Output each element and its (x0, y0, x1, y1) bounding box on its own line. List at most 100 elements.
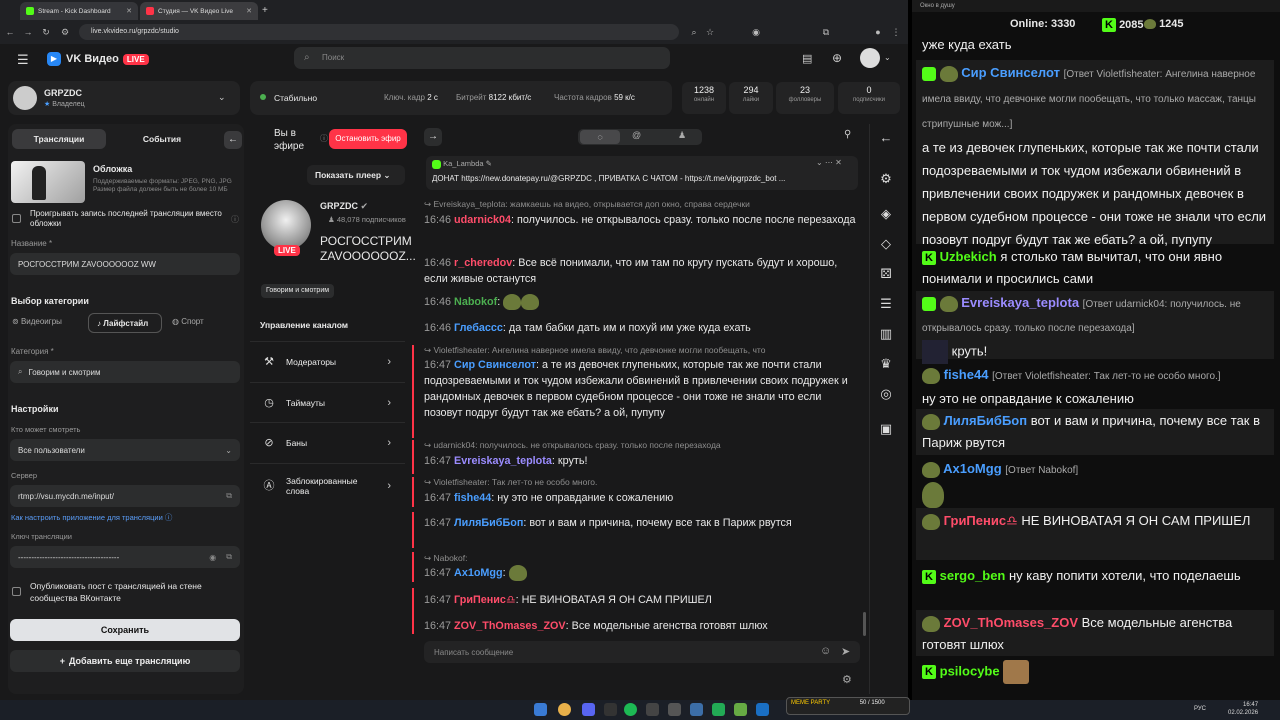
extensions-icon[interactable]: ⧉ (820, 26, 832, 38)
collapse-arrow-icon[interactable]: ← (224, 131, 242, 149)
stop-stream-button[interactable]: Остановить эфир (329, 129, 407, 149)
app-icon[interactable] (668, 703, 681, 716)
emoji-icon[interactable]: ☺ (820, 645, 831, 657)
app-icon[interactable] (690, 703, 703, 716)
settings-icon[interactable]: ⚙ (877, 170, 895, 188)
steam-icon[interactable] (604, 703, 617, 716)
menu-icon[interactable]: ⋮ (890, 26, 902, 38)
menu-bans[interactable]: ⊘ Баны › (250, 422, 405, 462)
pin-icon[interactable]: ⚲ (844, 129, 851, 140)
info-icon[interactable]: ⓘ (231, 214, 239, 225)
howto-link[interactable]: Как настроить приложение для трансляции … (11, 512, 172, 523)
avatar[interactable] (860, 48, 880, 68)
clock[interactable]: 16:47 02.02.2026 (1228, 701, 1258, 717)
back-arrow-icon[interactable]: ← (877, 129, 895, 147)
forward-icon[interactable]: → (22, 26, 34, 38)
menu-timeouts[interactable]: ◷ Таймауты › (250, 382, 405, 422)
close-icon[interactable]: ✕ (126, 7, 132, 15)
chevron-down-icon[interactable]: ⌄ (884, 53, 891, 62)
menu-moderators[interactable]: ⚒ Модераторы › (250, 341, 405, 381)
info-icon[interactable]: ⓘ (320, 133, 328, 144)
copy-icon[interactable]: ⧉ (226, 552, 232, 562)
pinned-controls[interactable]: ⌄ ⋯ ✕ (816, 158, 842, 167)
copy-icon[interactable]: ⧉ (226, 491, 232, 501)
publish-checkbox[interactable] (12, 587, 21, 596)
chat-scrollbar[interactable] (863, 612, 866, 636)
search-input[interactable]: Поиск (294, 47, 670, 69)
tab-vk-studio[interactable]: Студия — VK Видео Live ✕ (140, 2, 258, 20)
dice-icon[interactable]: ⚄ (877, 265, 895, 283)
extension-icon[interactable]: ◉ (750, 26, 762, 38)
tab-streams[interactable]: Трансляции (12, 129, 106, 149)
emote-icon (1003, 660, 1030, 684)
chat-bubble-icon[interactable]: ◌ (580, 130, 620, 144)
vk-counter: 1245 (1144, 18, 1184, 30)
close-icon[interactable]: ✕ (246, 7, 252, 15)
zoom-icon[interactable]: ⌕ (688, 26, 700, 38)
meme-party-widget[interactable]: MEME PARTY 50 / 1500 (786, 697, 910, 715)
language-indicator[interactable]: РУС (1194, 706, 1206, 712)
start-icon[interactable] (534, 703, 547, 716)
users-icon[interactable]: ♟ (678, 130, 686, 141)
channel-selector[interactable] (8, 81, 240, 115)
add-icon[interactable]: ⊕ (832, 51, 842, 65)
chart-icon[interactable]: ▥ (877, 325, 895, 343)
emote-icon (939, 295, 958, 312)
category-sport[interactable]: ◍ Спорт (172, 317, 204, 326)
category-label: Категория * (11, 347, 54, 356)
back-icon[interactable]: ← (4, 26, 16, 38)
discord-icon[interactable] (582, 703, 595, 716)
diamond-icon[interactable]: ◈ (877, 205, 895, 223)
send-icon[interactable]: ➤ (841, 645, 850, 658)
list-icon[interactable]: ☰ (877, 295, 895, 313)
taskbar (0, 700, 1280, 720)
profile-icon[interactable]: ● (872, 26, 884, 38)
hamburger-icon[interactable]: ☰ (17, 52, 29, 68)
chat-input[interactable]: Написать сообщение (424, 641, 860, 663)
stream-key-field[interactable]: -------------------------------------- ◉ ⧉ (10, 546, 240, 568)
replay-checkbox[interactable] (12, 214, 21, 223)
server-field[interactable]: rtmp://vsu.mycdn.me/input/⧉ (10, 485, 240, 507)
settings-icon[interactable]: ⚙ (842, 673, 852, 686)
reply-quote: ↪ Violetfisheater: Ангелина наверное име… (424, 345, 766, 355)
popup-title: Окно в душу (912, 0, 1280, 12)
category-games[interactable]: ⊚ Видеоигры (12, 317, 62, 326)
video-icon[interactable]: ▣ (877, 420, 895, 438)
app-icon[interactable] (646, 703, 659, 716)
tab-events[interactable]: События (120, 129, 204, 149)
new-tab-button[interactable]: + (262, 5, 268, 16)
app-icon[interactable] (734, 703, 747, 716)
tab-kick[interactable]: Stream - Kick Dashboard ✕ (20, 2, 138, 20)
cover-image[interactable] (11, 161, 85, 203)
app-icon[interactable] (712, 703, 725, 716)
overlay-message: K Uzbekich я столько там вычитал, что он… (922, 249, 1223, 286)
chat-message: 16:46 udarnick04: получилось. не открыва… (424, 214, 856, 226)
trophy-icon[interactable]: ♛ (877, 355, 895, 373)
category-field[interactable]: ⌕ Говорим и смотрим (10, 361, 240, 383)
online-counter: Online: 3330 (1010, 18, 1076, 30)
reload-icon[interactable]: ↻ (40, 26, 52, 38)
brand[interactable]: VK Видео LIVE (66, 53, 149, 65)
stat-online: 1238 онлайн (682, 82, 726, 114)
chat-icon[interactable]: ◎ (877, 385, 895, 403)
save-button[interactable]: Сохранить (10, 619, 240, 641)
address-bar[interactable]: live.vkvideo.ru/grpzdc/studio (79, 24, 679, 40)
mentions-icon[interactable]: @ (632, 130, 641, 140)
menu-blocked-words[interactable]: Ⓐ Заблокированные слова › (250, 463, 405, 507)
category-lifestyle[interactable]: ♪ Лайфстайл (88, 313, 162, 333)
stream-name-field[interactable]: РОСГОССТРИМ ZAVOOOOOOZ WW (10, 253, 240, 275)
site-info-icon[interactable]: ⚙ (59, 26, 71, 38)
show-player-button[interactable]: Показать плеер ⌄ (307, 165, 405, 185)
bookmark-icon[interactable]: ☆ (704, 26, 716, 38)
gamepad-icon: ⊚ (12, 317, 19, 326)
spotify-icon[interactable] (624, 703, 637, 716)
who-can-watch-select[interactable]: Все пользователи ⌄ (10, 439, 240, 461)
chat-arrow-icon[interactable]: → (424, 128, 442, 146)
add-stream-button[interactable]: + Добавить еще трансляцию (10, 650, 240, 672)
chrome-icon[interactable] (558, 703, 571, 716)
gem-icon[interactable]: ◇ (877, 235, 895, 253)
eye-icon[interactable]: ◉ (209, 553, 216, 562)
video-library-icon[interactable]: ▤ (802, 52, 812, 65)
app-icon[interactable] (756, 703, 769, 716)
cover-title: Обложка (93, 164, 133, 174)
